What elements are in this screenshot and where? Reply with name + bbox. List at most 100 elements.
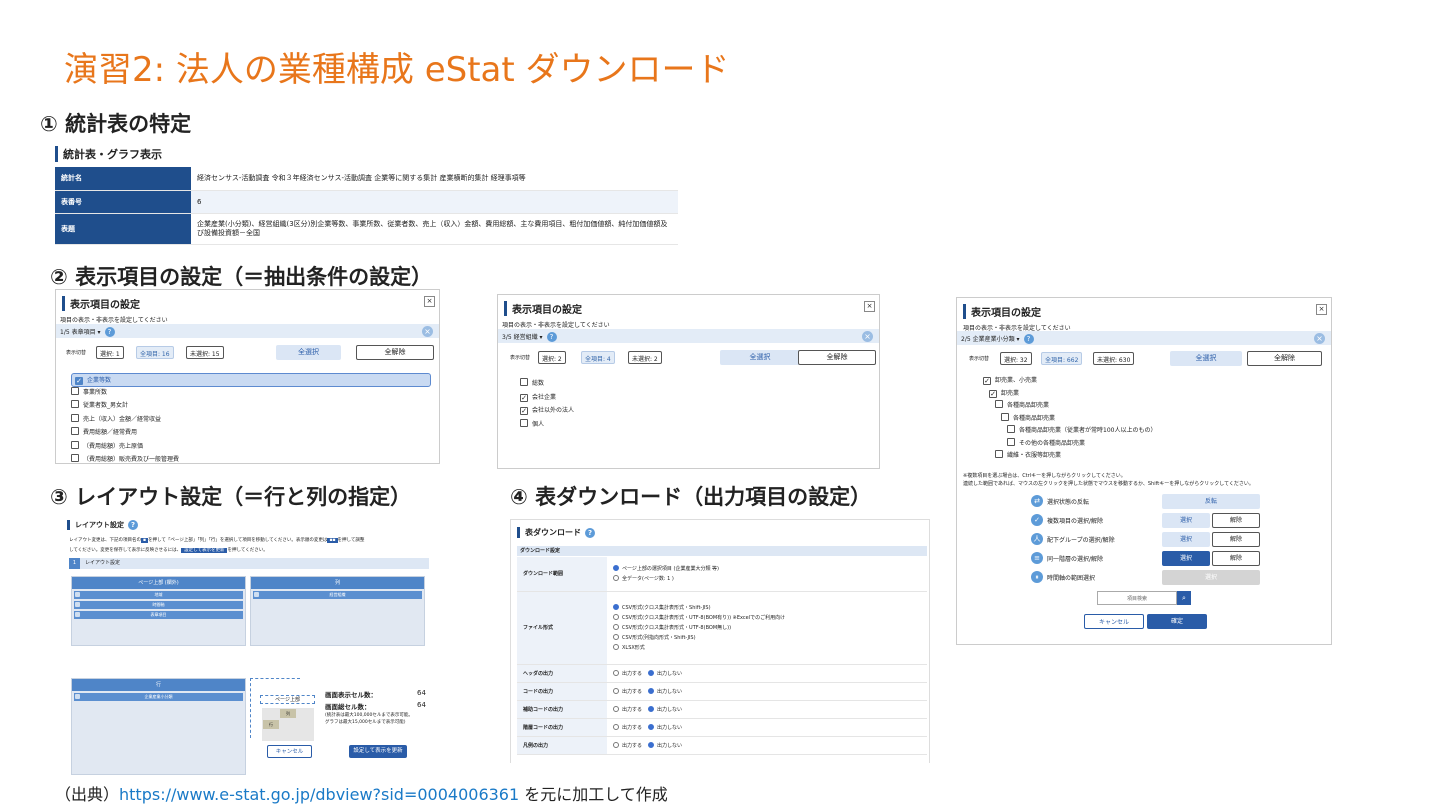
help-icon[interactable]: ? [585, 528, 595, 538]
info-key: 表番号 [55, 190, 191, 214]
item-search-input[interactable]: 項目検索 [1097, 591, 1177, 605]
radio-option[interactable]: XLSX形式 [613, 644, 921, 651]
section-label: レイアウト設定 [85, 560, 121, 566]
section-number: 1 [69, 558, 80, 569]
download-setting-row: コードの出力 出力する 出力しない [517, 682, 927, 701]
radio-option[interactable]: 出力する [613, 705, 643, 713]
radio-option[interactable]: 出力する [613, 687, 642, 695]
radio-option[interactable]: 出力しない [648, 669, 682, 677]
radio-option[interactable]: CSV形式(列指向形式・Shift-JIS) [613, 634, 921, 641]
checkbox-item[interactable]: その他の各種商品卸売業 [1007, 437, 1085, 447]
radio-option[interactable]: 出力する [613, 741, 642, 749]
help-icon[interactable]: ? [1023, 334, 1034, 344]
radio-option[interactable]: ページ上部の選択項目 (企業産業大分類 等) [613, 565, 921, 572]
step1-heading: ① 統計表の特定 [40, 112, 192, 136]
display-items-panel-1: 表示項目の設定 × 項目の表示・非表示を設定してください 1/5 表章項目 ▾?… [55, 289, 440, 464]
checkbox-item[interactable]: 個人 [520, 418, 544, 428]
display-items-panel-3: 表示項目の設定 × 項目の表示・非表示を設定してください 2/5 企業産業小分類… [956, 297, 1332, 645]
checkbox-item[interactable]: ✓ 会社企業 [520, 392, 556, 402]
invert-button[interactable]: 反転 [1162, 494, 1260, 509]
range-select-button[interactable]: 選択 [1162, 570, 1260, 585]
radio-option[interactable]: 出力しない [648, 687, 682, 695]
download-section-bar: ダウンロード設定 [517, 546, 927, 556]
radio-selected-icon [648, 723, 655, 730]
layout-item-region[interactable]: 地域 [74, 591, 243, 599]
layout-cancel-button[interactable]: キャンセル [267, 745, 312, 758]
checkbox-item[interactable]: ✓ 企業等数 [71, 373, 431, 387]
checkbox-item[interactable]: 総数 [520, 378, 544, 387]
checkbox-icon [520, 418, 528, 427]
select-button[interactable]: 選択 [1162, 551, 1210, 566]
select-all-button[interactable]: 全選択 [720, 350, 800, 365]
select-button[interactable]: 選択 [1162, 513, 1210, 528]
checkbox-label: 費用総額／経常費用 [83, 429, 138, 436]
checkbox-item[interactable]: ✓ 卸売業 [989, 388, 1019, 398]
panel-title: 表示項目の設定 [963, 304, 1041, 319]
preview-page-top: ページ上部 [260, 695, 315, 704]
layout-item-org[interactable]: 経営組織 [253, 591, 422, 599]
action-icon: ⇄ [1031, 495, 1043, 507]
release-button[interactable]: 解除 [1212, 532, 1260, 547]
layout-item-measure[interactable]: 表章項目 [74, 611, 243, 619]
checkbox-item[interactable]: （費用総額）売上原価 [71, 440, 143, 450]
radio-icon [613, 741, 619, 748]
help-icon[interactable]: ? [104, 327, 115, 337]
checkbox-item[interactable]: 費用総額／経常費用 [71, 427, 137, 436]
checkbox-item[interactable]: 各種商品卸売業 [1001, 412, 1055, 422]
layout-item-time[interactable]: 時間軸 [74, 601, 243, 609]
search-icon[interactable]: ⌕ [1177, 591, 1191, 605]
radio-label: 出力する [622, 706, 643, 713]
apply-layout-button[interactable]: 設定して表示を更新 [349, 745, 407, 758]
radio-option[interactable]: 出力する [613, 669, 642, 677]
close-icon[interactable]: × [864, 301, 875, 312]
clear-all-button[interactable]: 全解除 [1247, 351, 1322, 366]
collapse-icon[interactable]: × [862, 331, 873, 342]
collapse-icon[interactable]: × [1314, 333, 1325, 344]
source-link[interactable]: https://www.e-stat.go.jp/dbview?sid=0004… [119, 785, 519, 804]
checkbox-item[interactable]: 従業者数_男女計 [71, 400, 128, 409]
collapse-icon[interactable]: × [422, 326, 433, 337]
columns-area[interactable]: 列 経営組織 [250, 576, 425, 646]
help-icon[interactable]: ? [546, 332, 557, 342]
checkbox-item[interactable]: 売上（収入）金額／経常収益 [71, 413, 161, 423]
checkbox-item[interactable]: 繊維・衣服等卸売業 [995, 450, 1061, 459]
setting-key: ダウンロード範囲 [517, 557, 607, 592]
radio-option[interactable]: CSV形式(クロス集計表形式・UTF-8(BOM有り)) ※Excelでのご利用… [613, 614, 921, 621]
checkbox-item[interactable]: 各種商品卸売業 [995, 400, 1049, 409]
select-all-button[interactable]: 全選択 [1170, 351, 1242, 366]
radio-icon [613, 634, 619, 640]
release-button[interactable]: 解除 [1212, 513, 1260, 528]
checkbox-icon [71, 454, 79, 462]
radio-option[interactable]: 全データ(ページ数: 1 ) [613, 575, 921, 582]
layout-item-industry[interactable]: 企業産業小分類 [74, 693, 243, 701]
select-all-button[interactable]: 全選択 [276, 345, 341, 360]
clear-all-button[interactable]: 全解除 [356, 345, 434, 360]
select-button[interactable]: 選択 [1162, 532, 1210, 547]
checkbox-item[interactable]: ✓ 卸売業、小売業 [983, 375, 1037, 385]
category-selector[interactable]: 2/5 企業産業小分類 ▾? [957, 331, 1331, 345]
confirm-button[interactable]: 確定 [1147, 614, 1207, 629]
category-selector[interactable]: 3/5 経営組織 ▾? [498, 329, 879, 343]
radio-option[interactable]: 出力しない [648, 723, 682, 731]
radio-option[interactable]: 出力する [613, 723, 642, 731]
radio-option[interactable]: 出力しない [648, 741, 682, 749]
radio-option[interactable]: CSV形式(クロス集計表形式・UTF-8(BOM無し)) [613, 624, 921, 631]
checkbox-item[interactable]: 各種商品卸売業（従業者が常時100人以上のもの） [1007, 425, 1156, 434]
help-icon[interactable]: ? [128, 520, 138, 530]
radio-option[interactable]: CSV形式(クロス集計表形式・Shift-JIS) [613, 604, 921, 611]
checkbox-item[interactable]: ✓ 会社以外の法人 [520, 405, 574, 415]
rows-area[interactable]: 行 企業産業小分類 [71, 678, 246, 775]
clear-all-button[interactable]: 全解除 [798, 350, 876, 365]
cell-limit-note1: (統計表は最大100,000セルまで表示可能。 [325, 713, 413, 718]
checkbox-label: 総数 [532, 380, 545, 387]
close-icon[interactable]: × [424, 296, 435, 307]
cancel-button[interactable]: キャンセル [1084, 614, 1144, 629]
checkbox-item[interactable]: （費用総額）販売費及び一般管理費 [71, 454, 179, 463]
radio-option[interactable]: 出力しない [648, 705, 682, 713]
checkbox-icon [1007, 425, 1015, 433]
category-selector[interactable]: 1/5 表章項目 ▾? [56, 324, 439, 338]
close-icon[interactable]: × [1316, 304, 1327, 315]
page-top-area[interactable]: ページ上部 (欄外) 地域 時間軸 表章項目 [71, 576, 246, 646]
checkbox-item[interactable]: 事業所数 [71, 386, 107, 396]
release-button[interactable]: 解除 [1212, 551, 1260, 566]
